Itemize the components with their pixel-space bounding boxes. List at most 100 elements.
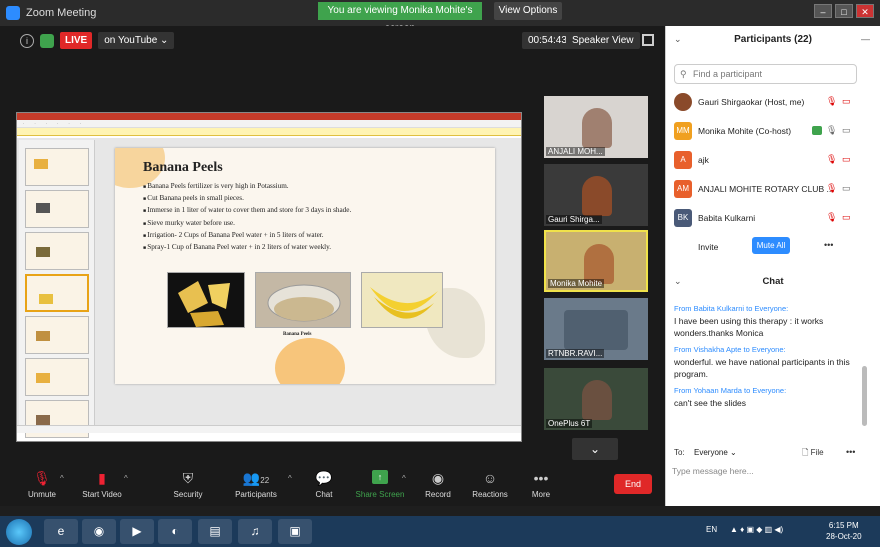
shield-icon[interactable] (40, 33, 54, 48)
minimize-button[interactable]: – (814, 4, 832, 18)
mic-muted-icon[interactable]: 🎙 (826, 96, 837, 107)
media-player-icon[interactable]: ▶ (120, 519, 154, 544)
zoom-icon (6, 6, 20, 20)
slide-thumbnail (25, 316, 89, 354)
slide-thumbnail (25, 190, 89, 228)
share-caret[interactable]: ^ (402, 474, 406, 483)
video-off-icon[interactable]: ▭ (842, 96, 851, 107)
shield-icon: ⛨ (182, 470, 194, 486)
video-tile[interactable]: ANJALI MOH... (544, 96, 648, 158)
mic-muted-icon[interactable]: 🎙 (826, 154, 837, 165)
invite-button[interactable]: Invite (698, 242, 718, 252)
more-button[interactable]: ••• More (511, 470, 571, 499)
window-controls: – □ ✕ (814, 4, 874, 18)
folder-icon[interactable]: ▤ (198, 519, 232, 544)
panel-title: Participants (22) (734, 34, 812, 45)
ppt-ribbon: · · · · · · (17, 120, 521, 128)
mic-muted-icon[interactable]: 🎙 (826, 183, 837, 194)
video-icon[interactable]: ▭ (842, 183, 851, 194)
firefox-icon[interactable]: ◐ (158, 519, 192, 544)
slide-thumbnail (25, 358, 89, 396)
scroll-down-button[interactable]: ⌄ (572, 438, 618, 460)
participants-button[interactable]: 👥22 Participants (226, 470, 286, 499)
tray-icons[interactable]: ▲ ♦ ▣ ◆ ▥ ◀) (730, 525, 783, 534)
youtube-stream-button[interactable]: on YouTube ⌄ (98, 32, 175, 49)
slide-title: Banana Peels (143, 160, 223, 175)
start-video-button[interactable]: ▮ Start Video (72, 470, 132, 499)
video-off-icon: ▮ (98, 470, 106, 486)
current-slide: Banana Peels Banana Peels fertilizer is … (115, 148, 495, 384)
start-button[interactable] (6, 519, 32, 545)
mute-all-button[interactable]: Mute All (752, 237, 790, 254)
tile-name: OnePlus 6T (546, 419, 593, 428)
zoom-icon[interactable]: ▣ (278, 519, 312, 544)
participant-row[interactable]: BK Babita Kulkarni 🎙 ▭ (666, 204, 873, 233)
mic-muted-icon[interactable]: 🎙 (826, 212, 837, 223)
share-screen-button[interactable]: ↑ Share Screen (350, 470, 410, 499)
title-bar: Zoom Meeting You are viewing Monika Mohi… (0, 0, 880, 34)
sharing-icon (812, 126, 822, 135)
more-dots-icon: ••• (533, 470, 549, 486)
speaker-view-button[interactable]: Speaker View (566, 32, 640, 49)
tile-name: RTNBR.RAVI... (546, 349, 605, 358)
video-tile[interactable]: Gauri Shirga... (544, 164, 648, 226)
itunes-icon[interactable]: ♫ (238, 519, 272, 544)
video-tile-active-speaker[interactable]: Monika Mohite (544, 230, 648, 292)
peel-water-bowl-image (255, 272, 351, 328)
ie-icon[interactable]: e (44, 519, 78, 544)
chat-messages: From Babita Kulkarni to Everyone: I have… (674, 304, 859, 415)
language-indicator[interactable]: EN (706, 525, 717, 534)
slide-thumbnails (19, 140, 95, 438)
popout-icon[interactable]: — (861, 34, 870, 44)
chat-message-input[interactable]: Type message here... (672, 466, 867, 476)
close-button[interactable]: ✕ (856, 4, 874, 18)
chat-scrollbar[interactable] (862, 366, 867, 426)
maximize-button[interactable]: □ (835, 4, 853, 18)
fullscreen-icon[interactable] (642, 34, 654, 46)
live-badge: LIVE (60, 32, 93, 49)
ppt-protected-bar (17, 128, 521, 136)
video-off-icon[interactable]: ▭ (842, 212, 851, 223)
video-tile[interactable]: OnePlus 6T (544, 368, 648, 430)
record-button[interactable]: ◉ Record (408, 470, 468, 499)
participant-row[interactable]: MM Monika Mohite (Co-host) 🎙 ▭ (666, 117, 873, 146)
participants-caret[interactable]: ^ (288, 474, 292, 483)
avatar: A (674, 151, 692, 169)
chat-button[interactable]: 💬 Chat (294, 470, 354, 499)
more-dots-icon[interactable]: ••• (846, 447, 855, 457)
participant-row[interactable]: AM ANJALI MOHITE ROTARY CLUB ... 🎙 ▭ (666, 175, 873, 204)
more-dots-icon[interactable]: ••• (824, 240, 833, 250)
security-button[interactable]: ⛨ Security (158, 470, 218, 499)
video-icon[interactable]: ▭ (842, 125, 851, 136)
participant-search-input[interactable]: ⚲ Find a participant (674, 64, 857, 84)
chat-icon: 💬 (315, 470, 333, 486)
view-options-button[interactable]: View Options ⌄ (494, 2, 562, 34)
message-sender: From Vishakha Apte to Everyone: (674, 345, 786, 354)
avatar: BK (674, 209, 692, 227)
video-tile[interactable]: RTNBR.RAVI... (544, 298, 648, 360)
video-caret[interactable]: ^ (124, 474, 128, 483)
audio-caret[interactable]: ^ (60, 474, 64, 483)
end-meeting-button[interactable]: End (614, 474, 652, 494)
mic-icon[interactable]: 🎙 (826, 125, 837, 136)
viewing-banner: You are viewing Monika Mohite's screen (318, 2, 482, 34)
image-caption: Banana Peels (283, 332, 312, 337)
info-icon[interactable]: i (20, 33, 34, 48)
chrome-icon[interactable]: ◉ (82, 519, 116, 544)
slide-thumbnail (25, 148, 89, 186)
participant-row[interactable]: Gauri Shirgaokar (Host, me) 🎙 ▭ (666, 88, 873, 117)
participant-list: Gauri Shirgaokar (Host, me) 🎙 ▭ MM Monik… (666, 88, 873, 233)
avatar (674, 93, 692, 111)
dried-peels-image (167, 272, 245, 328)
ppt-body: Banana Peels Banana Peels fertilizer is … (17, 138, 521, 438)
slide-bullets: Banana Peels fertilizer is very high in … (143, 181, 351, 254)
clock[interactable]: 6:15 PM 28-Oct-20 (826, 520, 862, 542)
video-off-icon[interactable]: ▭ (842, 154, 851, 165)
participant-row[interactable]: A ajk 🎙 ▭ (666, 146, 873, 175)
participant-video (564, 310, 628, 350)
participants-panel: ⌄ Participants (22) — ⚲ Find a participa… (665, 26, 880, 506)
slide-thumbnail-selected (25, 274, 89, 312)
message-sender: From Yohaan Marda to Everyone: (674, 386, 787, 395)
recipient-select[interactable]: Everyone ⌄ (694, 448, 737, 457)
file-button[interactable]: 🗋 File (802, 447, 824, 461)
